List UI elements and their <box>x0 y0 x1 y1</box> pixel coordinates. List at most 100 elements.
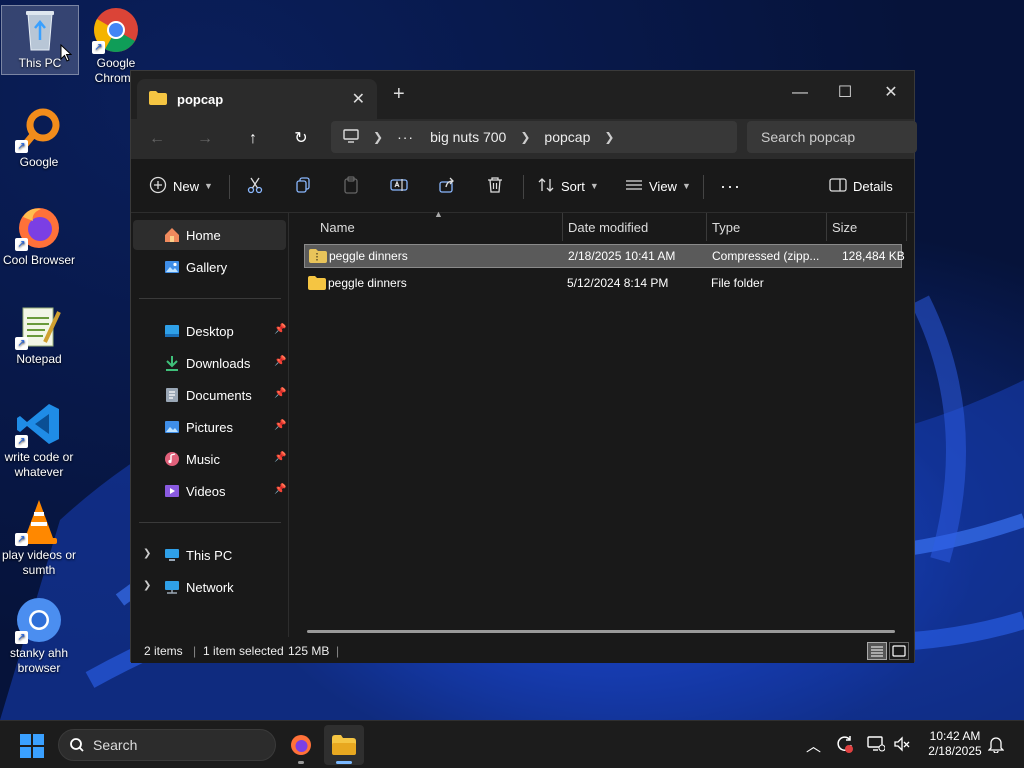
sidebar-label: Downloads <box>186 355 251 371</box>
pin-icon[interactable]: 📌 <box>274 484 286 495</box>
firefox-icon: ↗ <box>15 203 63 251</box>
delete-button[interactable] <box>486 171 504 201</box>
column-header-name[interactable]: Name <box>320 213 355 243</box>
pin-icon[interactable]: 📌 <box>274 356 286 367</box>
sidebar-label: Documents <box>186 387 252 403</box>
share-button[interactable] <box>438 171 456 201</box>
close-button[interactable]: ✕ <box>869 79 913 107</box>
taskbar-search-input[interactable]: Search <box>58 729 276 761</box>
sidebar-divider <box>139 298 281 299</box>
chevron-right-icon: ❯ <box>373 130 384 144</box>
sidebar-item-videos[interactable]: Videos 📌 <box>133 476 286 506</box>
file-date: 5/12/2024 8:14 PM <box>567 276 669 290</box>
maximize-button[interactable]: ☐ <box>823 79 867 107</box>
column-header-type[interactable]: Type <box>712 213 740 243</box>
selected-size: 125 MB <box>288 644 330 658</box>
cut-button[interactable] <box>246 171 264 201</box>
breadcrumb-popcap[interactable]: popcap <box>544 129 590 145</box>
google-search-icon: ↗ <box>15 105 63 153</box>
windows-start-icon[interactable] <box>20 734 44 758</box>
search-icon <box>69 730 85 768</box>
minimize-button[interactable]: — <box>778 79 822 107</box>
more-path-icon[interactable]: ··· <box>397 129 414 145</box>
sidebar-item-pictures[interactable]: Pictures 📌 <box>133 412 286 442</box>
gallery-icon <box>164 259 180 275</box>
breadcrumb-big-nuts-700[interactable]: big nuts 700 <box>430 129 506 145</box>
separator <box>523 175 524 199</box>
up-arrow-icon[interactable]: ↑ <box>237 123 269 155</box>
table-row[interactable]: peggle dinners 2/18/2025 10:41 AM Compre… <box>304 244 905 268</box>
horizontal-scrollbar[interactable] <box>307 630 895 633</box>
sort-ascending-icon: ▲ <box>434 209 443 219</box>
details-view-icon[interactable] <box>867 642 887 660</box>
details-button[interactable]: Details <box>829 171 893 201</box>
address-bar[interactable]: ❯ ··· big nuts 700 ❯ popcap ❯ <box>331 121 737 153</box>
desktop-icon-google[interactable]: ↗ Google <box>0 105 78 170</box>
sidebar-item-music[interactable]: Music 📌 <box>133 444 286 474</box>
desktop-icon-cool-browser[interactable]: ↗ Cool Browser <box>0 203 78 268</box>
volume-muted-icon[interactable] <box>893 735 911 757</box>
desktop-folder-icon <box>164 323 180 339</box>
taskbar: Search ︿ 10:42 AM 2/18/2025 <box>0 720 1024 768</box>
forward-arrow-icon[interactable]: → <box>189 123 221 155</box>
desktop-icon-notepad[interactable]: ↗ Notepad <box>0 302 78 367</box>
back-arrow-icon[interactable]: ← <box>141 123 173 155</box>
file-name: peggle dinners <box>328 276 407 290</box>
sidebar-item-network[interactable]: ❯ Network <box>133 572 286 602</box>
sidebar-item-downloads[interactable]: Downloads 📌 <box>133 348 286 378</box>
sidebar-item-this-pc[interactable]: ❯ This PC <box>133 540 286 570</box>
view-button[interactable]: View ▼ <box>625 171 691 201</box>
title-bar: popcap ✕ + — ☐ ✕ <box>131 71 914 119</box>
tiles-view-icon[interactable] <box>889 642 909 660</box>
shortcut-arrow-icon: ↗ <box>15 337 28 350</box>
sort-button[interactable]: Sort ▼ <box>537 171 599 201</box>
tab-popcap[interactable]: popcap ✕ <box>137 79 377 119</box>
taskbar-file-explorer[interactable] <box>324 725 364 765</box>
new-tab-button[interactable]: + <box>393 83 405 106</box>
refresh-icon[interactable]: ↻ <box>285 123 317 155</box>
column-header-date[interactable]: Date modified <box>568 213 648 243</box>
sidebar-label: This PC <box>186 547 233 563</box>
active-indicator <box>336 761 352 764</box>
pin-icon[interactable]: 📌 <box>274 388 286 399</box>
system-clock[interactable]: 10:42 AM 2/18/2025 <box>918 729 992 759</box>
paste-button[interactable] <box>342 171 360 201</box>
notification-bell-icon[interactable] <box>987 735 1005 757</box>
sidebar-item-gallery[interactable]: Gallery <box>133 252 286 282</box>
table-row[interactable]: peggle dinners 5/12/2024 8:14 PM File fo… <box>304 272 902 296</box>
chevron-right-icon[interactable]: ❯ <box>143 548 151 559</box>
show-hidden-icons-icon[interactable]: ︿ <box>806 735 821 756</box>
share-icon <box>438 176 456 197</box>
taskbar-firefox[interactable] <box>281 725 321 765</box>
scissors-icon <box>246 176 264 197</box>
desktop-icon-stanky-browser[interactable]: ↗ stanky ahh browser <box>0 596 78 676</box>
folder-icon <box>149 90 167 108</box>
sidebar-item-desktop[interactable]: Desktop 📌 <box>133 316 286 346</box>
sidebar-item-home[interactable]: Home <box>133 220 286 250</box>
close-tab-icon[interactable]: ✕ <box>352 89 365 109</box>
command-bar: New ▼ Sort ▼ View ▼ ··· Details <box>131 159 914 213</box>
pin-icon[interactable]: 📌 <box>274 324 286 335</box>
desktop-icon-label: Cool Browser <box>2 253 76 267</box>
sync-alert-icon[interactable] <box>836 735 854 757</box>
more-options-icon[interactable]: ··· <box>720 171 741 201</box>
pin-icon[interactable]: 📌 <box>274 452 286 463</box>
sidebar-item-documents[interactable]: Documents 📌 <box>133 380 286 410</box>
copy-button[interactable] <box>294 171 312 201</box>
sidebar-label: Desktop <box>186 323 234 339</box>
chevron-right-icon[interactable]: ❯ <box>143 580 151 591</box>
rename-button[interactable] <box>390 171 408 201</box>
taskbar-search-label: Search <box>93 737 138 753</box>
column-header-size[interactable]: Size <box>832 213 857 243</box>
pin-icon[interactable]: 📌 <box>274 420 286 431</box>
shortcut-arrow-icon: ↗ <box>15 631 28 644</box>
new-button[interactable]: New ▼ <box>149 171 213 201</box>
search-input[interactable]: Search popcap <box>747 121 917 153</box>
desktop-icon-vscode[interactable]: ↗ write code or whatever <box>0 400 78 480</box>
network-status-icon[interactable] <box>867 735 886 757</box>
chrome-icon: ↗ <box>92 6 140 54</box>
shortcut-arrow-icon: ↗ <box>15 140 28 153</box>
status-bar: 2 items | 1 item selected 125 MB | <box>131 637 914 663</box>
desktop-icon-vlc[interactable]: ↗ play videos or sumth <box>0 498 78 578</box>
home-icon <box>164 227 180 243</box>
